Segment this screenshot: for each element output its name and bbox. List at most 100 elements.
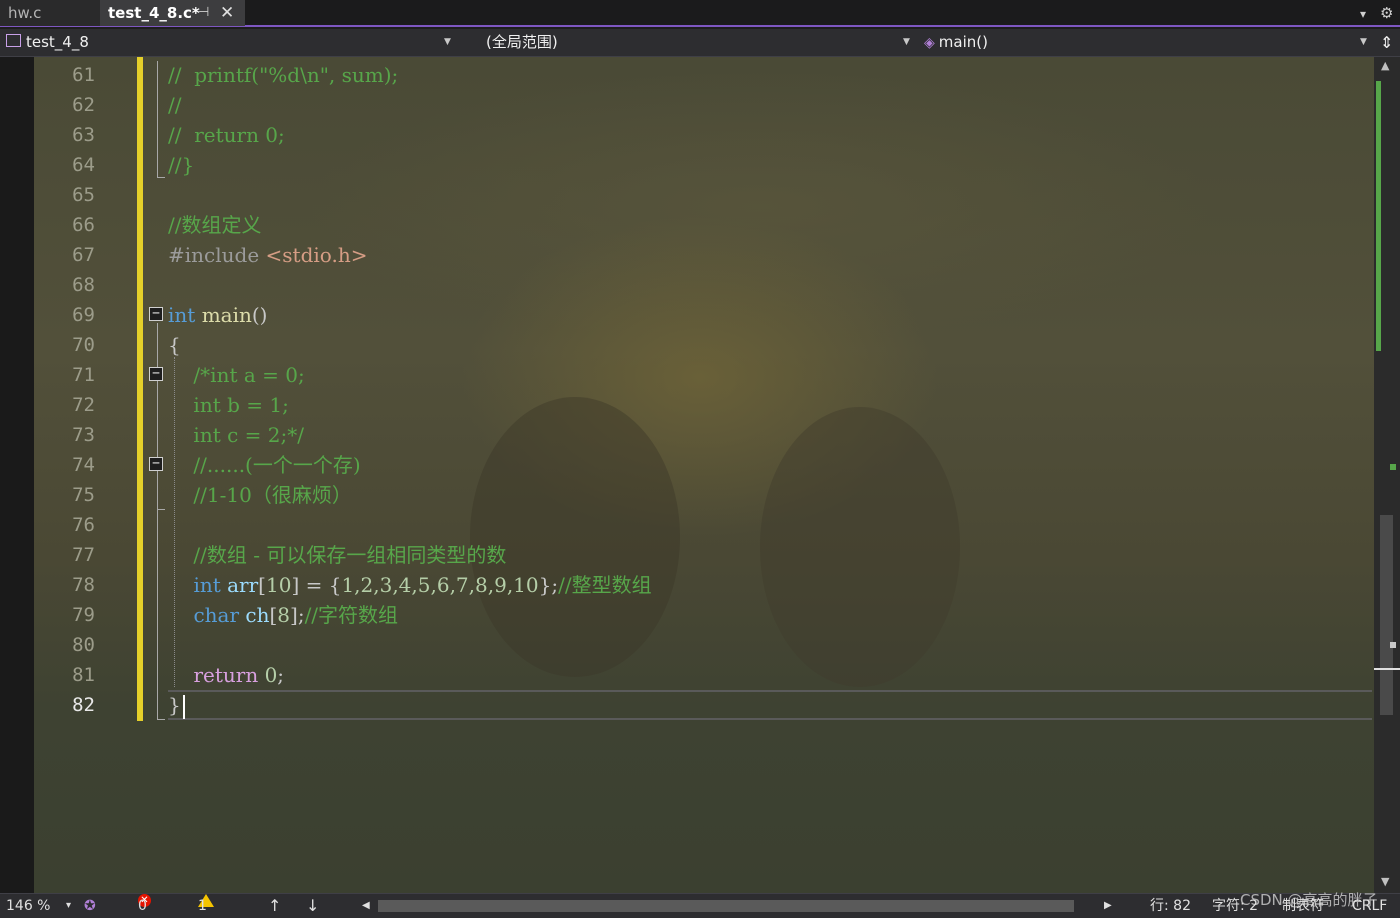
tab-list-dropdown-icon[interactable]: ▾	[1360, 0, 1366, 28]
scroll-down-icon[interactable]: ▼	[1381, 875, 1389, 888]
line-number: 74	[72, 454, 95, 476]
tab-test-4-8-c[interactable]: test_4_8.c* ⊣ ✕	[100, 0, 245, 26]
scroll-up-icon[interactable]: ▲	[1381, 59, 1389, 72]
code-text: // return 0;	[168, 120, 285, 150]
code-token: arr	[227, 573, 259, 597]
code-line[interactable]: 61 // printf("%d\n", sum);	[0, 60, 1374, 90]
line-number: 77	[72, 544, 95, 566]
zoom-level[interactable]: 146 %	[6, 894, 50, 918]
code-line[interactable]: 63 // return 0;	[0, 120, 1374, 150]
line-number: 75	[72, 484, 95, 506]
code-token: // return 0;	[168, 123, 285, 147]
code-token: #include	[168, 243, 266, 267]
code-line[interactable]: 65	[0, 180, 1374, 210]
code-token: return	[193, 663, 259, 687]
scroll-left-icon[interactable]: ◀	[362, 894, 370, 918]
line-number: 76	[72, 514, 95, 536]
line-number: 63	[72, 124, 95, 146]
error-count-value: 0	[138, 898, 147, 914]
member-dropdown[interactable]: ◈ main() ▼	[924, 29, 1370, 56]
code-line[interactable]: 72 int b = 1;	[0, 390, 1374, 420]
code-text: //	[168, 90, 181, 120]
line-number: 62	[72, 94, 95, 116]
zoom-dropdown-icon[interactable]: ▾	[66, 894, 71, 918]
line-number: 65	[72, 184, 95, 206]
settings-gear-icon[interactable]: ⚙	[1380, 0, 1393, 27]
code-line[interactable]: 78 int arr[10] = {1,2,3,4,5,6,7,8,9,10};…	[0, 570, 1374, 600]
code-text: //}	[168, 150, 194, 180]
tab-label: test_4_8.c*	[108, 4, 200, 22]
code-token: 0	[264, 663, 278, 687]
code-text: //1-10（很麻烦）	[168, 480, 351, 510]
line-number: 66	[72, 214, 95, 236]
line-number: 64	[72, 154, 95, 176]
next-issue-icon[interactable]: ↓	[306, 894, 319, 918]
code-line[interactable]: 69 int main()	[0, 300, 1374, 330]
code-line[interactable]: 75 //1-10（很麻烦）	[0, 480, 1374, 510]
line-number: 79	[72, 604, 95, 626]
method-cube-icon: ◈	[924, 35, 935, 51]
code-token: int	[193, 573, 221, 597]
code-line[interactable]: 79 char ch[8];//字符数组	[0, 600, 1374, 630]
code-token: 10	[265, 573, 292, 597]
line-number: 78	[72, 574, 95, 596]
code-token: ch	[245, 603, 270, 627]
code-text: }	[168, 690, 185, 720]
line-number: 82	[72, 694, 95, 716]
previous-issue-icon[interactable]: ↑	[268, 894, 281, 918]
code-line[interactable]: 70 {	[0, 330, 1374, 360]
code-token: //字符数组	[304, 603, 399, 627]
text-caret	[182, 694, 185, 719]
scroll-marker	[1390, 464, 1396, 470]
code-token: 8	[277, 603, 291, 627]
tab-hw-c[interactable]: hw.c	[0, 0, 100, 26]
project-dropdown[interactable]: test_4_8 ▼	[6, 29, 456, 56]
code-line[interactable]: 71 /*int a = 0;	[0, 360, 1374, 390]
navigation-bar: test_4_8 ▼ (全局范围) ▼ ◈ main() ▼ ⇕	[0, 29, 1400, 57]
intellicode-icon[interactable]: ✪	[84, 894, 96, 918]
code-line[interactable]: 82}	[0, 690, 1374, 720]
close-tab-icon[interactable]: ✕	[220, 0, 234, 26]
code-token: //整型数组	[558, 573, 652, 597]
split-window-icon[interactable]: ⇕	[1380, 29, 1393, 56]
code-line[interactable]: 64 //}	[0, 150, 1374, 180]
code-line[interactable]: 81 return 0;	[0, 660, 1374, 690]
scroll-right-icon[interactable]: ▶	[1104, 894, 1112, 918]
line-number: 67	[72, 244, 95, 266]
code-line[interactable]: 73 int c = 2;*/	[0, 420, 1374, 450]
scope-dropdown[interactable]: (全局范围) ▼	[486, 29, 914, 56]
code-line[interactable]: 80	[0, 630, 1374, 660]
vertical-scrollbar[interactable]: ▲ ▼	[1374, 57, 1400, 893]
code-token: //数组 - 可以保存一组相同类型的数	[168, 543, 507, 567]
code-line[interactable]: 67 #include <stdio.h>	[0, 240, 1374, 270]
code-token: ];	[290, 603, 305, 627]
code-token: int	[168, 303, 196, 327]
warning-count-value: 1	[198, 898, 207, 914]
code-editor[interactable]: − − − 61// printf("%d\n", sum); 62//63// …	[0, 57, 1374, 893]
code-line[interactable]: 66 //数组定义	[0, 210, 1374, 240]
code-token: <stdio.h>	[265, 243, 368, 267]
scrollbar-thumb[interactable]	[1380, 515, 1393, 715]
code-token: [	[258, 573, 266, 597]
member-label: main()	[938, 33, 988, 51]
code-line[interactable]: 68	[0, 270, 1374, 300]
line-number: 61	[72, 64, 95, 86]
code-text: // printf("%d\n", sum);	[168, 60, 398, 90]
horizontal-scrollbar-thumb[interactable]	[378, 900, 1074, 912]
tab-label: hw.c	[8, 4, 42, 22]
line-number: 73	[72, 424, 95, 446]
code-line[interactable]: 62 //	[0, 90, 1374, 120]
chevron-down-icon: ▼	[1360, 37, 1367, 47]
code-text: /*int a = 0;	[168, 360, 304, 390]
code-line[interactable]: 76	[0, 510, 1374, 540]
line-number: 80	[72, 634, 95, 656]
line-number: 72	[72, 394, 95, 416]
code-token: }	[168, 693, 181, 717]
code-line[interactable]: 77 //数组 - 可以保存一组相同类型的数	[0, 540, 1374, 570]
code-line[interactable]: 74 //......(一个一个存)	[0, 450, 1374, 480]
code-text: int c = 2;*/	[168, 420, 304, 450]
pin-tab-icon[interactable]: ⊣	[198, 0, 209, 26]
line-number: 81	[72, 664, 95, 686]
